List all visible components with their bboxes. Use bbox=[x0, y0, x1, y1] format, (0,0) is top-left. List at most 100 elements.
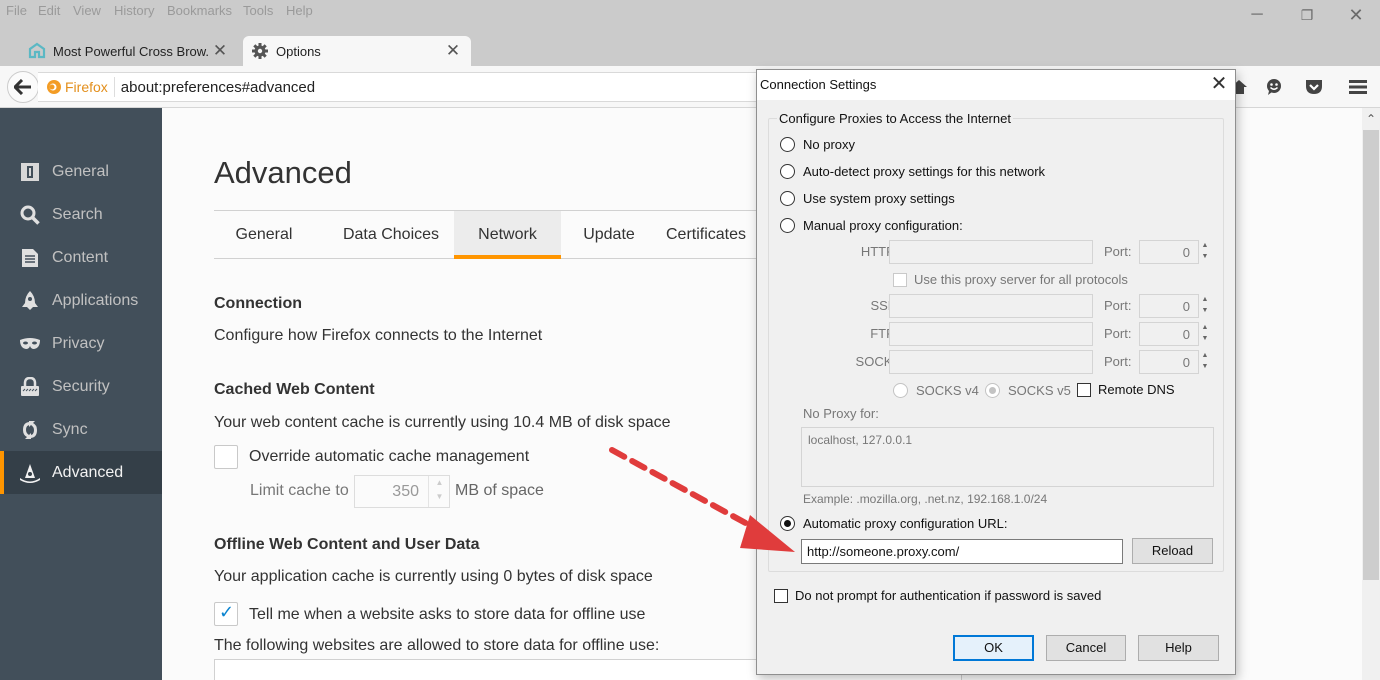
ok-button[interactable]: OK bbox=[953, 635, 1034, 661]
url-bar[interactable]: Firefox about:preferences#advanced bbox=[38, 72, 758, 102]
sync-icon bbox=[19, 419, 41, 441]
radio-system-proxy[interactable]: Use system proxy settings bbox=[780, 188, 955, 208]
connection-heading: Connection bbox=[214, 295, 302, 312]
sidebar-item-search[interactable]: Search bbox=[0, 193, 162, 236]
remote-dns-checkbox[interactable] bbox=[1077, 382, 1091, 397]
tab-options[interactable]: Options ✕ bbox=[243, 36, 471, 66]
menu-bar: File Edit View History Bookmarks Tools H… bbox=[0, 0, 1380, 30]
identity-box[interactable]: Firefox bbox=[38, 77, 115, 97]
auth-checkbox[interactable] bbox=[774, 588, 788, 603]
firefox-logo-icon bbox=[47, 80, 61, 94]
subtab-network[interactable]: Network bbox=[454, 211, 561, 259]
menu-file[interactable]: File bbox=[6, 3, 27, 18]
remote-dns-checkbox-row[interactable]: Remote DNS bbox=[1077, 382, 1175, 397]
radio-button[interactable] bbox=[780, 217, 795, 233]
sidebar-item-label: Applications bbox=[52, 291, 139, 309]
close-tab-icon[interactable]: ✕ bbox=[443, 41, 463, 61]
sidebar-item-applications[interactable]: Applications bbox=[0, 279, 162, 322]
radio-manual-proxy[interactable]: Manual proxy configuration: bbox=[780, 215, 963, 235]
url-text[interactable]: about:preferences#advanced bbox=[115, 79, 315, 96]
http-port-label: Port: bbox=[1104, 244, 1132, 259]
ftp-proxy-input[interactable] bbox=[889, 322, 1093, 346]
radio-auto-detect[interactable]: Auto-detect proxy settings for this netw… bbox=[780, 161, 1045, 181]
radio-auto-config-url[interactable]: Automatic proxy configuration URL: bbox=[780, 513, 1007, 533]
radio-socks-v5[interactable]: SOCKS v5 bbox=[985, 380, 1071, 400]
sidebar-item-advanced[interactable]: Advanced bbox=[0, 451, 162, 494]
cache-size-spinner[interactable]: ▲ ▼ bbox=[428, 476, 450, 507]
window-close-button[interactable]: ✕ bbox=[1341, 4, 1371, 26]
offline-allowed-label: The following websites are allowed to st… bbox=[214, 637, 660, 654]
share-proxy-checkbox-row[interactable]: Use this proxy server for all protocols bbox=[893, 272, 1128, 287]
restore-button[interactable]: ❐ bbox=[1292, 4, 1322, 26]
menu-tools[interactable]: Tools bbox=[243, 3, 273, 18]
ftp-port-spinner[interactable]: ▲ ▼ bbox=[1199, 322, 1211, 346]
scrollbar[interactable]: ⌃ bbox=[1362, 108, 1380, 680]
radio-button[interactable] bbox=[780, 163, 795, 179]
wizard-hat-icon bbox=[19, 462, 41, 484]
no-proxy-textarea[interactable]: localhost, 127.0.0.1 bbox=[801, 427, 1214, 487]
http-port-spinner[interactable]: ▲ ▼ bbox=[1199, 240, 1211, 264]
menu-hamburger-icon[interactable] bbox=[1347, 76, 1369, 98]
radio-button[interactable] bbox=[780, 136, 795, 152]
socks-port-spinner[interactable]: ▲ ▼ bbox=[1199, 350, 1211, 374]
radio-button[interactable] bbox=[780, 515, 795, 531]
mask-icon bbox=[19, 333, 41, 355]
sidebar-item-sync[interactable]: Sync bbox=[0, 408, 162, 451]
help-button[interactable]: Help bbox=[1138, 635, 1219, 661]
minimize-button[interactable]: ─ bbox=[1242, 4, 1272, 26]
lock-icon bbox=[19, 376, 41, 398]
reload-button[interactable]: Reload bbox=[1132, 538, 1213, 564]
radio-socks-v4[interactable]: SOCKS v4 bbox=[893, 380, 979, 400]
http-proxy-input[interactable] bbox=[889, 240, 1093, 264]
socks-port-input[interactable]: 0 bbox=[1139, 350, 1199, 374]
content-document-icon bbox=[19, 247, 41, 269]
sidebar-item-label: Sync bbox=[52, 420, 88, 438]
radio-button[interactable] bbox=[893, 382, 908, 398]
menu-edit[interactable]: Edit bbox=[38, 3, 60, 18]
socks-host-input[interactable] bbox=[889, 350, 1093, 374]
auto-config-url-field[interactable]: http://someone.proxy.com/ bbox=[801, 539, 1123, 564]
subtab-general[interactable]: General bbox=[214, 211, 314, 258]
ssl-proxy-input[interactable] bbox=[889, 294, 1093, 318]
menu-view[interactable]: View bbox=[73, 3, 101, 18]
http-port-input[interactable]: 0 bbox=[1139, 240, 1199, 264]
cancel-button[interactable]: Cancel bbox=[1046, 635, 1126, 661]
menu-bookmarks[interactable]: Bookmarks bbox=[167, 3, 232, 18]
menu-history[interactable]: History bbox=[114, 3, 154, 18]
back-button[interactable] bbox=[7, 71, 39, 103]
ftp-port-input[interactable]: 0 bbox=[1139, 322, 1199, 346]
dialog-title: Connection Settings bbox=[760, 77, 877, 92]
radio-button[interactable] bbox=[985, 382, 1000, 398]
tab-title: Options bbox=[276, 43, 321, 59]
subtab-update[interactable]: Update bbox=[566, 211, 652, 258]
ftp-port-label: Port: bbox=[1104, 326, 1132, 341]
override-cache-label: Override automatic cache management bbox=[249, 448, 530, 465]
sidebar-item-general[interactable]: General bbox=[0, 150, 162, 193]
scroll-up-arrow-icon[interactable]: ⌃ bbox=[1362, 110, 1380, 128]
close-tab-icon[interactable]: ✕ bbox=[210, 41, 230, 61]
auth-checkbox-row[interactable]: Do not prompt for authentication if pass… bbox=[774, 588, 1101, 603]
proxy-group-label: Configure Proxies to Access the Internet bbox=[777, 111, 1013, 126]
pocket-icon[interactable] bbox=[1303, 76, 1325, 98]
sidebar-item-security[interactable]: Security bbox=[0, 365, 162, 408]
ssl-port-label: Port: bbox=[1104, 298, 1132, 313]
scrollbar-thumb[interactable] bbox=[1363, 130, 1379, 580]
sidebar-item-content[interactable]: Content bbox=[0, 236, 162, 279]
share-proxy-checkbox[interactable] bbox=[893, 272, 907, 287]
dialog-titlebar[interactable]: Connection Settings ✕ bbox=[757, 70, 1235, 100]
website-logo-icon bbox=[28, 42, 46, 60]
tab-crossbrowser[interactable]: Most Powerful Cross Brow... ✕ bbox=[20, 36, 238, 66]
feedback-smiley-icon[interactable] bbox=[1263, 76, 1285, 98]
subtab-data-choices[interactable]: Data Choices bbox=[321, 211, 461, 258]
page-title: Advanced bbox=[214, 155, 352, 190]
ssl-port-input[interactable]: 0 bbox=[1139, 294, 1199, 318]
radio-no-proxy[interactable]: No proxy bbox=[780, 134, 855, 154]
override-cache-checkbox[interactable] bbox=[214, 445, 238, 469]
cache-unit-label: MB of space bbox=[455, 482, 544, 499]
ssl-port-spinner[interactable]: ▲ ▼ bbox=[1199, 294, 1211, 318]
dialog-close-button[interactable]: ✕ bbox=[1207, 72, 1231, 96]
sidebar-item-privacy[interactable]: Privacy bbox=[0, 322, 162, 365]
menu-help[interactable]: Help bbox=[286, 3, 313, 18]
radio-button[interactable] bbox=[780, 190, 795, 206]
offline-notify-checkbox[interactable] bbox=[214, 602, 238, 626]
